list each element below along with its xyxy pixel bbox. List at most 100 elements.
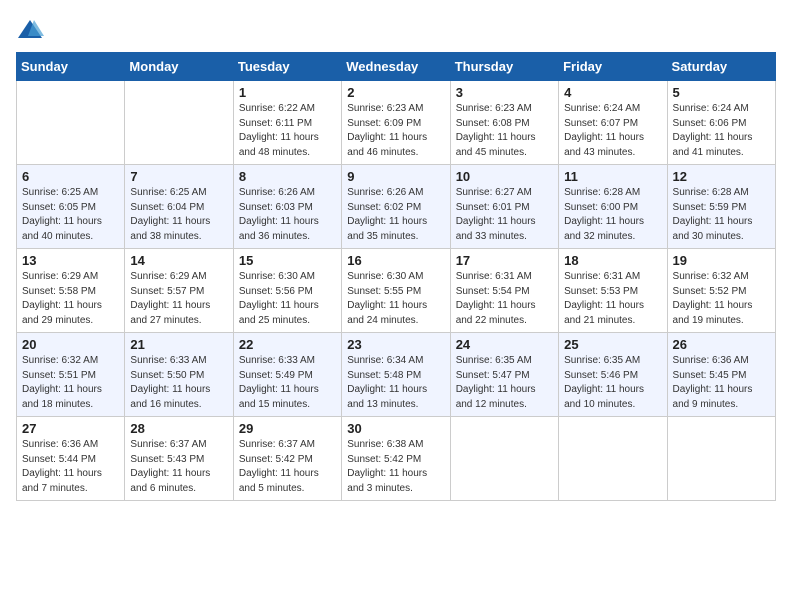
calendar-cell: 12 Sunrise: 6:28 AM Sunset: 5:59 PM Dayli… [667,165,775,249]
day-number: 20 [22,337,119,352]
day-number: 4 [564,85,661,100]
calendar-table: SundayMondayTuesdayWednesdayThursdayFrid… [16,52,776,501]
logo [16,16,46,44]
day-content: Sunrise: 6:31 AM Sunset: 5:54 PM Dayligh… [456,270,553,328]
day-number: 22 [239,337,336,352]
calendar-cell: 3Sunrise: 6:23 AM Sunset: 6:08 PM Daylig… [450,81,558,165]
day-number: 2 [347,85,444,100]
day-content: Sunrise: 6:31 AM Sunset: 5:53 PM Dayligh… [564,270,661,328]
calendar-cell: 8Sunrise: 6:26 AM Sunset: 6:03 PM Daylig… [233,165,341,249]
day-content: Sunrise: 6:34 AM Sunset: 5:48 PM Dayligh… [347,354,444,412]
weekday-header-tuesday: Tuesday [233,53,341,81]
calendar-cell: 9Sunrise: 6:26 AM Sunset: 6:02 PM Daylig… [342,165,450,249]
calendar-cell: 22 Sunrise: 6:33 AM Sunset: 5:49 PM Dayli… [233,333,341,417]
day-number: 3 [456,85,553,100]
day-content: Sunrise: 6:33 AM Sunset: 5:49 PM Dayligh… [239,354,336,412]
calendar-cell: 28 Sunrise: 6:37 AM Sunset: 5:43 PM Dayli… [125,417,233,501]
calendar-cell [17,81,125,165]
calendar-cell: 17 Sunrise: 6:31 AM Sunset: 5:54 PM Dayli… [450,249,558,333]
day-number: 6 [22,169,119,184]
calendar-cell: 2Sunrise: 6:23 AM Sunset: 6:09 PM Daylig… [342,81,450,165]
logo-icon [16,16,44,44]
calendar-cell: 18 Sunrise: 6:31 AM Sunset: 5:53 PM Dayli… [559,249,667,333]
calendar-cell: 7Sunrise: 6:25 AM Sunset: 6:04 PM Daylig… [125,165,233,249]
calendar-cell: 5 Sunrise: 6:24 AM Sunset: 6:06 PM Daylig… [667,81,775,165]
calendar-cell: 24Sunrise: 6:35 AM Sunset: 5:47 PM Dayli… [450,333,558,417]
day-number: 18 [564,253,661,268]
day-content: Sunrise: 6:27 AM Sunset: 6:01 PM Dayligh… [456,186,553,244]
day-number: 21 [130,337,227,352]
day-number: 25 [564,337,661,352]
day-content: Sunrise: 6:37 AM Sunset: 5:42 PM Dayligh… [239,438,336,496]
day-content: Sunrise: 6:30 AM Sunset: 5:56 PM Dayligh… [239,270,336,328]
day-content: Sunrise: 6:32 AM Sunset: 5:51 PM Dayligh… [22,354,119,412]
day-content: Sunrise: 6:25 AM Sunset: 6:05 PM Dayligh… [22,186,119,244]
calendar-cell: 13Sunrise: 6:29 AM Sunset: 5:58 PM Dayli… [17,249,125,333]
day-number: 15 [239,253,336,268]
day-number: 10 [456,169,553,184]
day-number: 28 [130,421,227,436]
day-content: Sunrise: 6:37 AM Sunset: 5:43 PM Dayligh… [130,438,227,496]
calendar-cell: 19 Sunrise: 6:32 AM Sunset: 5:52 PM Dayli… [667,249,775,333]
day-content: Sunrise: 6:35 AM Sunset: 5:47 PM Dayligh… [456,354,553,412]
weekday-header-monday: Monday [125,53,233,81]
weekday-header-wednesday: Wednesday [342,53,450,81]
calendar-cell: 26 Sunrise: 6:36 AM Sunset: 5:45 PM Dayli… [667,333,775,417]
calendar-cell: 1 Sunrise: 6:22 AM Sunset: 6:11 PM Daylig… [233,81,341,165]
calendar-cell [559,417,667,501]
calendar-cell: 6 Sunrise: 6:25 AM Sunset: 6:05 PM Daylig… [17,165,125,249]
day-content: Sunrise: 6:38 AM Sunset: 5:42 PM Dayligh… [347,438,444,496]
calendar-cell: 21Sunrise: 6:33 AM Sunset: 5:50 PM Dayli… [125,333,233,417]
day-content: Sunrise: 6:24 AM Sunset: 6:06 PM Dayligh… [673,102,770,160]
calendar-cell: 16 Sunrise: 6:30 AM Sunset: 5:55 PM Dayli… [342,249,450,333]
day-number: 26 [673,337,770,352]
day-content: Sunrise: 6:36 AM Sunset: 5:44 PM Dayligh… [22,438,119,496]
day-number: 27 [22,421,119,436]
day-number: 17 [456,253,553,268]
day-number: 5 [673,85,770,100]
weekday-header-row: SundayMondayTuesdayWednesdayThursdayFrid… [17,53,776,81]
day-number: 19 [673,253,770,268]
weekday-header-saturday: Saturday [667,53,775,81]
day-content: Sunrise: 6:28 AM Sunset: 5:59 PM Dayligh… [673,186,770,244]
calendar-cell: 23 Sunrise: 6:34 AM Sunset: 5:48 PM Dayli… [342,333,450,417]
calendar-week-5: 27 Sunrise: 6:36 AM Sunset: 5:44 PM Dayli… [17,417,776,501]
day-content: Sunrise: 6:22 AM Sunset: 6:11 PM Dayligh… [239,102,336,160]
calendar-cell [450,417,558,501]
calendar-cell: 30 Sunrise: 6:38 AM Sunset: 5:42 PM Dayli… [342,417,450,501]
day-number: 11 [564,169,661,184]
weekday-header-friday: Friday [559,53,667,81]
day-number: 1 [239,85,336,100]
day-number: 30 [347,421,444,436]
day-number: 23 [347,337,444,352]
weekday-header-sunday: Sunday [17,53,125,81]
day-number: 14 [130,253,227,268]
day-content: Sunrise: 6:29 AM Sunset: 5:57 PM Dayligh… [130,270,227,328]
calendar-cell [667,417,775,501]
day-content: Sunrise: 6:30 AM Sunset: 5:55 PM Dayligh… [347,270,444,328]
calendar-cell: 25 Sunrise: 6:35 AM Sunset: 5:46 PM Dayli… [559,333,667,417]
day-content: Sunrise: 6:35 AM Sunset: 5:46 PM Dayligh… [564,354,661,412]
calendar-cell: 15 Sunrise: 6:30 AM Sunset: 5:56 PM Dayli… [233,249,341,333]
day-number: 12 [673,169,770,184]
calendar-cell: 27 Sunrise: 6:36 AM Sunset: 5:44 PM Dayli… [17,417,125,501]
calendar-cell: 10 Sunrise: 6:27 AM Sunset: 6:01 PM Dayli… [450,165,558,249]
day-content: Sunrise: 6:26 AM Sunset: 6:02 PM Dayligh… [347,186,444,244]
day-content: Sunrise: 6:29 AM Sunset: 5:58 PM Dayligh… [22,270,119,328]
calendar-cell: 29 Sunrise: 6:37 AM Sunset: 5:42 PM Dayli… [233,417,341,501]
day-number: 29 [239,421,336,436]
day-number: 8 [239,169,336,184]
day-content: Sunrise: 6:32 AM Sunset: 5:52 PM Dayligh… [673,270,770,328]
calendar-week-1: 1 Sunrise: 6:22 AM Sunset: 6:11 PM Daylig… [17,81,776,165]
calendar-cell: 4 Sunrise: 6:24 AM Sunset: 6:07 PM Daylig… [559,81,667,165]
page-header [16,16,776,44]
calendar-week-4: 20 Sunrise: 6:32 AM Sunset: 5:51 PM Dayli… [17,333,776,417]
calendar-week-3: 13Sunrise: 6:29 AM Sunset: 5:58 PM Dayli… [17,249,776,333]
weekday-header-thursday: Thursday [450,53,558,81]
calendar-cell: 14 Sunrise: 6:29 AM Sunset: 5:57 PM Dayli… [125,249,233,333]
day-number: 16 [347,253,444,268]
calendar-cell: 11 Sunrise: 6:28 AM Sunset: 6:00 PM Dayli… [559,165,667,249]
day-content: Sunrise: 6:24 AM Sunset: 6:07 PM Dayligh… [564,102,661,160]
day-content: Sunrise: 6:36 AM Sunset: 5:45 PM Dayligh… [673,354,770,412]
day-content: Sunrise: 6:28 AM Sunset: 6:00 PM Dayligh… [564,186,661,244]
